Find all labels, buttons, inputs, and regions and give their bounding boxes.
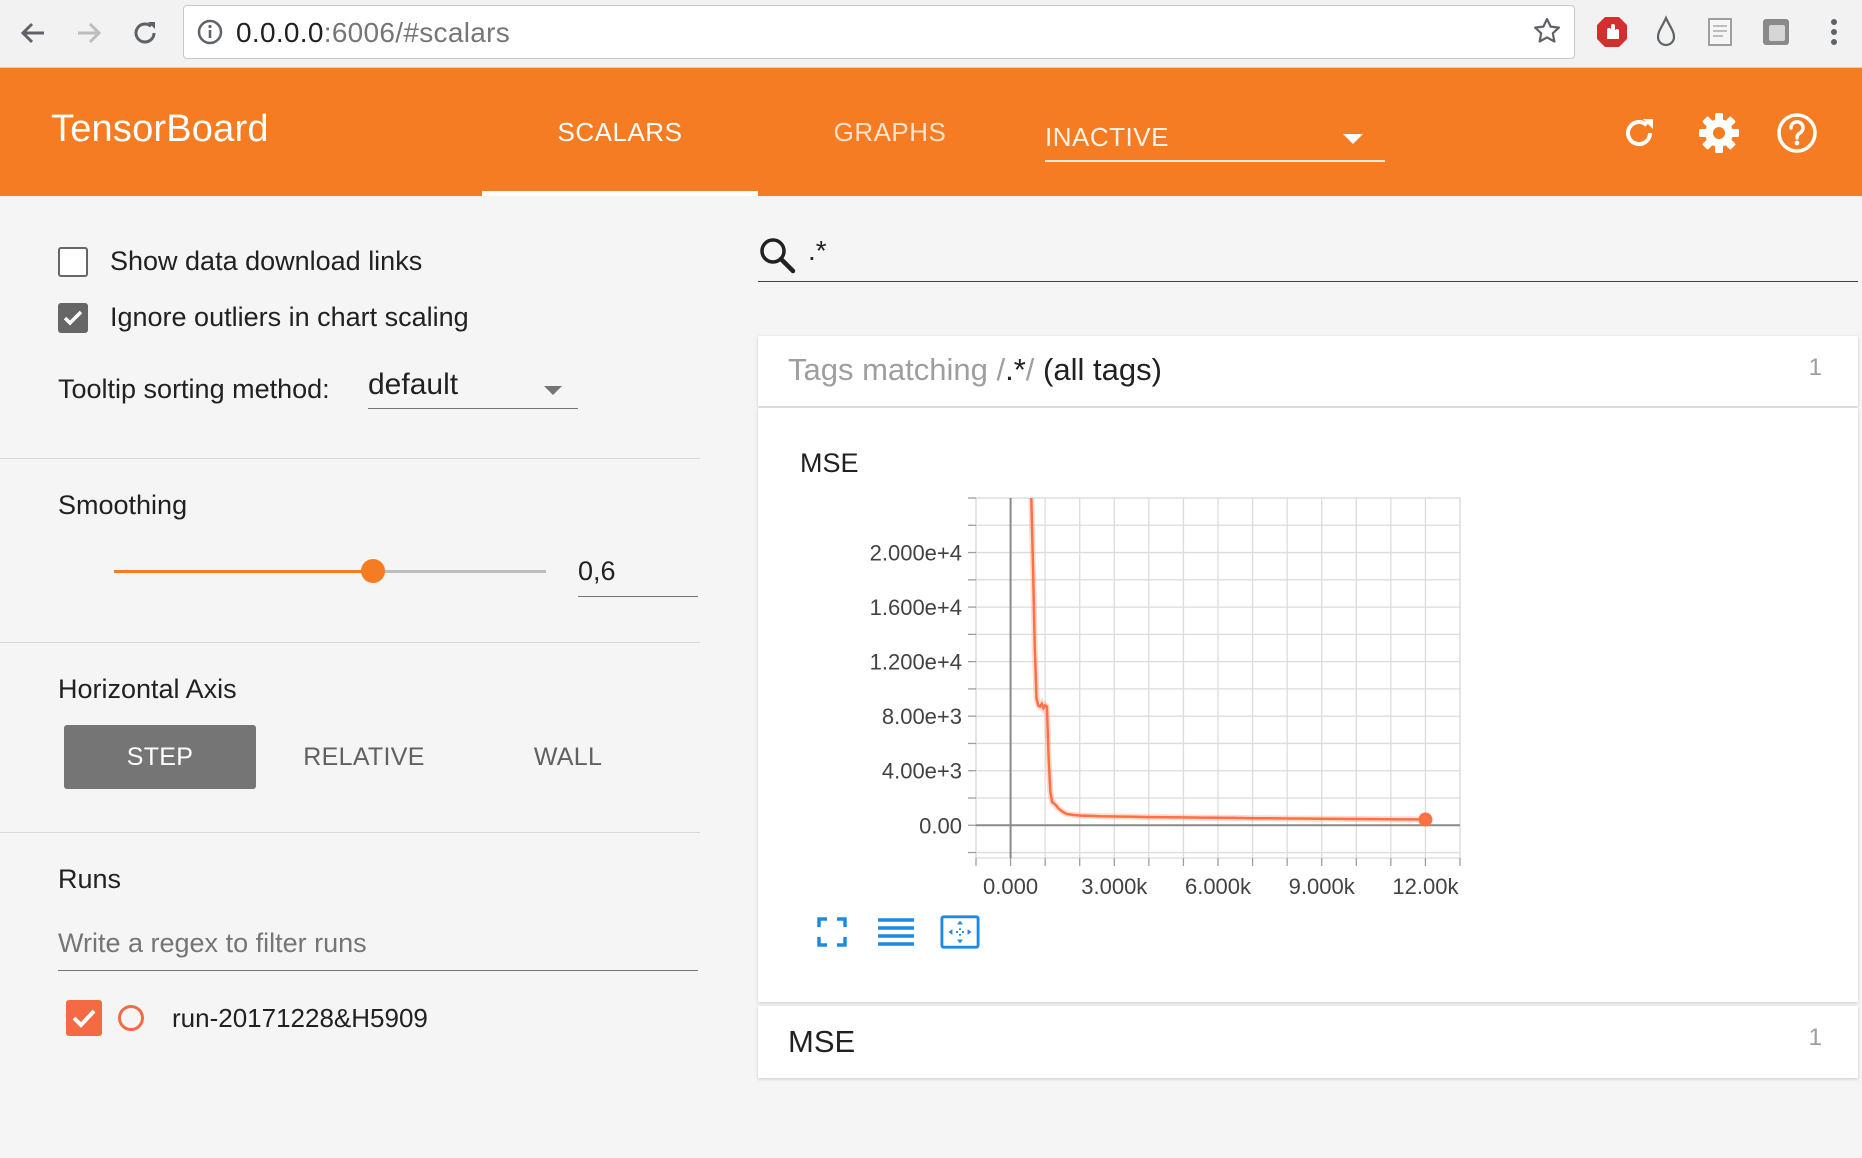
y-tick-label: 0.00 <box>919 813 962 838</box>
run-radio-button[interactable] <box>118 1005 144 1031</box>
divider <box>0 832 700 833</box>
tensorboard-header: TensorBoard SCALARS GRAPHS INACTIVE <box>0 68 1862 196</box>
axis-wall-button[interactable]: WALL <box>472 725 664 789</box>
tab-graphs[interactable]: GRAPHS <box>780 68 1000 196</box>
tooltip-sorting-row: Tooltip sorting method: default <box>58 364 578 414</box>
forward-icon[interactable] <box>66 10 112 56</box>
browser-toolbar: 0.0.0.0:6006/#scalars <box>0 0 1862 68</box>
x-tick-label: 6.000k <box>1185 874 1252 899</box>
divider <box>0 458 700 459</box>
x-tick-label: 0.000 <box>983 874 1038 899</box>
tag-search-input[interactable]: .* <box>808 235 827 267</box>
runs-filter-input[interactable] <box>58 928 698 959</box>
mse-group-count: 1 <box>1808 1024 1822 1051</box>
y-tick-label: 1.200e+4 <box>870 650 962 675</box>
run-item[interactable]: run-20171228&H5909 <box>66 998 428 1038</box>
inactive-dropdown-label: INACTIVE <box>1045 122 1169 152</box>
caret-down-icon <box>544 386 562 395</box>
divider <box>0 642 700 643</box>
tooltip-sorting-value: default <box>368 368 459 401</box>
fullscreen-icon[interactable] <box>812 912 852 952</box>
smoothing-title: Smoothing <box>58 490 188 520</box>
inactive-dashboards-dropdown[interactable]: INACTIVE <box>1045 112 1385 162</box>
window-extension-icon[interactable] <box>1756 12 1796 52</box>
fit-domain-icon[interactable] <box>940 912 980 952</box>
x-tick-label: 9.000k <box>1289 874 1356 899</box>
bookmark-star-icon[interactable] <box>1532 16 1562 51</box>
mse-line-chart[interactable]: 0.000 3.000k 6.000k 9.000k 12.00k 0.00 4.00e+3… <box>758 408 1858 908</box>
drop-extension-icon[interactable] <box>1646 12 1686 52</box>
refresh-icon[interactable] <box>1616 110 1662 156</box>
tag-group-header[interactable]: Tags matching /.*/ (all tags) 1 <box>758 336 1858 406</box>
app-title: TensorBoard <box>51 108 269 150</box>
tab-scalars[interactable]: SCALARS <box>482 68 758 196</box>
reload-icon[interactable] <box>122 10 168 56</box>
browser-menu-icon[interactable] <box>1814 12 1854 52</box>
info-icon[interactable] <box>196 18 224 51</box>
smoothing-value-input[interactable]: 0,6 <box>578 550 698 597</box>
sidebar: Show data download links Ignore outliers… <box>0 196 700 1158</box>
tag-group-pattern: .* <box>1005 352 1026 387</box>
settings-gear-icon[interactable] <box>1696 110 1742 156</box>
x-tick-label: 12.00k <box>1392 874 1459 899</box>
notes-extension-icon[interactable] <box>1700 12 1740 52</box>
checkbox-checked-icon[interactable] <box>58 302 88 333</box>
run-checkbox[interactable] <box>66 1000 102 1036</box>
runs-title: Runs <box>58 864 122 894</box>
smoothing-slider-fill <box>114 570 374 573</box>
tag-group-title: Tags matching /.*/ (all tags) <box>788 352 1162 388</box>
horizontal-axis-title: Horizontal Axis <box>58 674 237 704</box>
tag-search-bar[interactable]: .* <box>758 230 1858 282</box>
ignore-outliers-label: Ignore outliers in chart scaling <box>110 302 469 332</box>
x-tick-label: 3.000k <box>1081 874 1148 899</box>
axis-relative-button[interactable]: RELATIVE <box>268 725 460 789</box>
checkbox-unchecked-icon[interactable] <box>58 246 88 277</box>
scalar-chart-card: MSE 0.000 3.000k 6.000k 9.000k 12.00k 0.00 4.0… <box>758 408 1858 1002</box>
address-bar[interactable]: 0.0.0.0:6006/#scalars <box>183 5 1575 59</box>
show-download-links-label: Show data download links <box>110 246 423 276</box>
axis-step-button[interactable]: STEP <box>64 725 256 789</box>
run-label: run-20171228&H5909 <box>172 1002 428 1033</box>
mse-tag-group-header[interactable]: MSE 1 <box>758 1006 1858 1078</box>
tooltip-sorting-label: Tooltip sorting method: <box>58 374 330 404</box>
y-tick-label: 1.600e+4 <box>870 595 962 620</box>
toggle-log-scale-icon[interactable] <box>876 912 916 952</box>
help-icon[interactable] <box>1774 110 1820 156</box>
tag-group-all-tags: (all tags) <box>1043 352 1162 387</box>
url-text: 0.0.0.0:6006/#scalars <box>236 17 511 48</box>
search-icon <box>758 236 798 281</box>
adblock-extension-icon[interactable] <box>1592 12 1632 52</box>
ignore-outliers-checkbox[interactable]: Ignore outliers in chart scaling <box>58 302 469 333</box>
y-tick-label: 8.00e+3 <box>882 704 962 729</box>
tooltip-sorting-select[interactable]: default <box>368 364 578 409</box>
caret-down-icon <box>1343 134 1363 144</box>
smoothing-slider[interactable] <box>114 559 546 583</box>
tag-group-prefix: Tags matching / <box>788 352 1006 387</box>
y-tick-label: 4.00e+3 <box>882 759 962 784</box>
tag-group-suffix: / <box>1025 352 1035 387</box>
mse-group-title: MSE <box>788 1024 856 1059</box>
tag-group-count: 1 <box>1808 354 1822 381</box>
runs-filter-field[interactable] <box>58 926 698 971</box>
y-tick-label: 2.000e+4 <box>870 541 962 566</box>
smoothing-value: 0,6 <box>578 556 616 586</box>
series-end-point <box>1418 812 1433 827</box>
back-icon[interactable] <box>10 10 56 56</box>
smoothing-slider-thumb[interactable] <box>361 559 386 583</box>
show-download-links-checkbox[interactable]: Show data download links <box>58 246 422 277</box>
